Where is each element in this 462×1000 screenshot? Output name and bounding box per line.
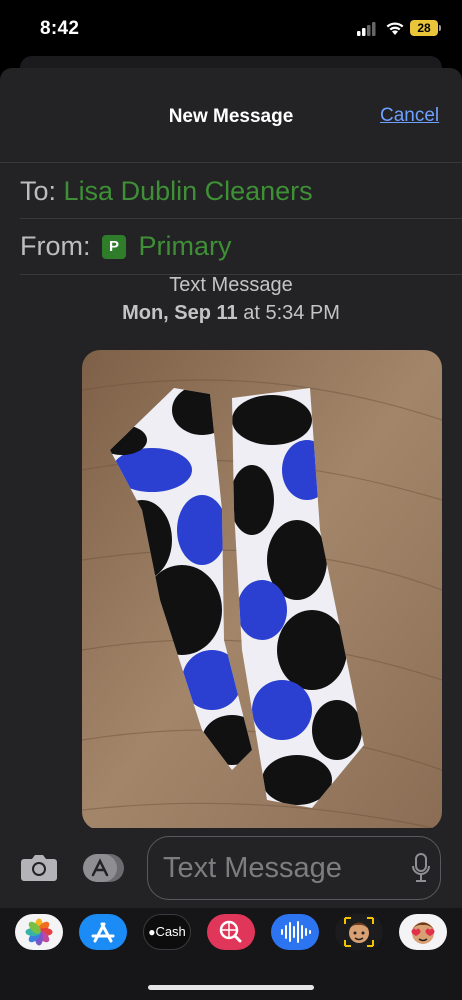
audio-message-icon <box>281 921 311 943</box>
status-bar: 8:42 28 <box>0 0 462 56</box>
apple-cash-app[interactable]: ●Cash <box>143 914 191 950</box>
microphone-icon[interactable] <box>411 853 431 883</box>
scarf-photo <box>82 350 442 830</box>
battery-cap <box>439 25 441 31</box>
battery-icon: 28 <box>410 20 438 36</box>
photos-icon <box>25 918 53 946</box>
app-store-icon <box>91 922 115 943</box>
to-field[interactable]: To: Lisa Dublin Cleaners <box>20 176 313 207</box>
audio-message-app[interactable] <box>271 914 319 950</box>
app-store-app[interactable] <box>79 914 127 950</box>
to-label: To: <box>20 176 57 206</box>
service-label: Text Message <box>169 274 293 296</box>
web-search-app[interactable] <box>207 914 255 950</box>
timestamp-at: at <box>237 302 266 324</box>
from-field[interactable]: From: P Primary <box>20 231 232 262</box>
message-placeholder: Text Message <box>163 852 342 884</box>
camera-icon[interactable] <box>20 852 58 882</box>
status-time: 8:42 <box>40 18 80 39</box>
memoji-stickers-app[interactable] <box>399 914 447 950</box>
apple-cash-label: Cash <box>155 924 186 939</box>
apple-cash-icon: ●Cash <box>144 915 190 949</box>
cellular-signal-icon <box>357 22 376 36</box>
app-drawer-button[interactable] <box>82 853 126 883</box>
wifi-icon <box>386 22 404 35</box>
recipient-name[interactable]: Lisa Dublin Cleaners <box>64 176 313 206</box>
timestamp-date: Mon, Sep 11 <box>122 302 238 324</box>
photos-app[interactable] <box>15 914 63 950</box>
memoji-app[interactable] <box>335 914 383 950</box>
timestamp: Mon, Sep 11 at 5:34 PM <box>0 302 462 325</box>
from-label: From: <box>20 231 91 261</box>
line-badge-icon: P <box>102 235 127 259</box>
home-indicator[interactable] <box>148 985 314 990</box>
memoji-stickers-icon <box>411 922 435 944</box>
timestamp-time: 5:34 PM <box>265 302 340 324</box>
header-divider <box>0 162 462 163</box>
sender-line[interactable]: Primary <box>139 231 232 261</box>
memoji-icon <box>344 917 374 947</box>
to-divider <box>20 218 462 219</box>
photo-attachment[interactable] <box>82 350 442 830</box>
cancel-button[interactable]: Cancel <box>380 105 439 127</box>
web-search-icon <box>219 920 242 943</box>
